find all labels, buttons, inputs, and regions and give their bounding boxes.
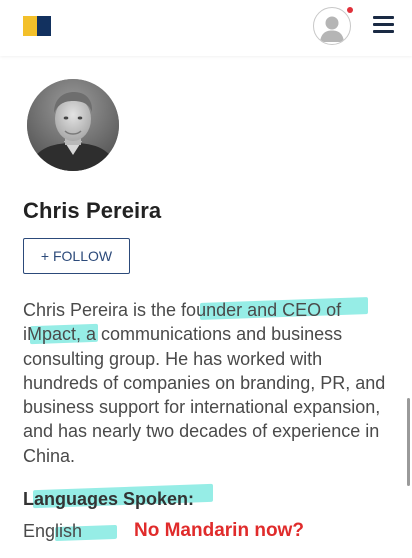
notification-dot-icon — [347, 7, 353, 13]
languages-heading: Languages Spoken: — [23, 489, 195, 509]
author-name: Chris Pereira — [23, 198, 162, 223]
top-navigation-bar — [0, 0, 412, 56]
user-profile-icon[interactable] — [313, 7, 351, 45]
languages-value: English — [23, 521, 83, 541]
hamburger-menu-icon[interactable] — [372, 14, 396, 34]
user-silhouette-icon — [320, 16, 344, 42]
author-photo — [27, 79, 119, 171]
scrollbar[interactable] — [407, 398, 410, 486]
annotation-text: No Mandarin now? — [134, 520, 304, 541]
logo-navy-block — [37, 16, 51, 36]
follow-button[interactable]: + FOLLOW — [23, 238, 130, 274]
brand-logo-icon[interactable] — [23, 16, 51, 36]
logo-yellow-block — [23, 16, 37, 36]
author-avatar — [27, 79, 119, 171]
author-bio: Chris Pereira is the founder and CEO of … — [23, 300, 386, 466]
